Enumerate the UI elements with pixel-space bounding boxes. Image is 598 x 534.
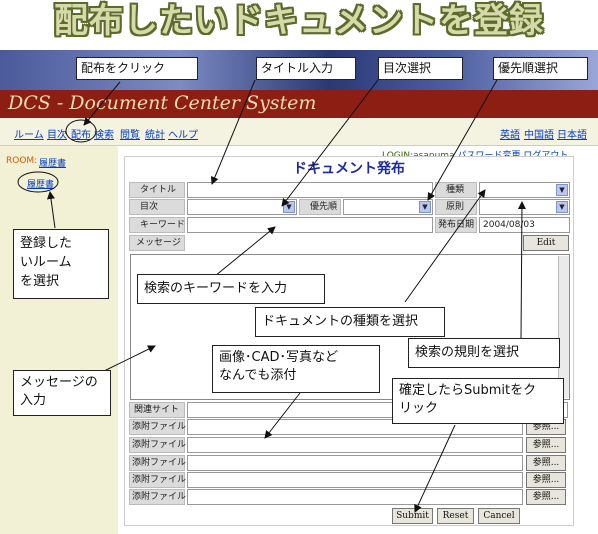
callout-priority-select: 優先順選択 bbox=[493, 57, 588, 80]
browse-button[interactable]: 参照... bbox=[526, 472, 566, 488]
reset-button[interactable]: Reset bbox=[437, 508, 474, 524]
attachment-label: 添附ファイル bbox=[129, 419, 186, 435]
edit-button[interactable]: Edit bbox=[523, 235, 569, 251]
form-title: ドキュメント発布 bbox=[293, 161, 405, 177]
message-label: メッセージ bbox=[129, 235, 185, 251]
callout-line: なんでも添付 bbox=[219, 368, 297, 383]
room-link[interactable]: 履歴書 bbox=[39, 156, 66, 169]
nav-item-browse[interactable]: 閲覧 bbox=[120, 126, 140, 141]
browse-button[interactable]: 参照... bbox=[526, 455, 566, 471]
type-select[interactable]: ▼ bbox=[479, 182, 570, 198]
attachment-input[interactable] bbox=[187, 472, 523, 488]
rule-select[interactable]: ▼ bbox=[479, 199, 570, 215]
callout-keyword-input: 検索のキーワードを入力 bbox=[137, 274, 325, 304]
headline: 配布したいドキュメントを登録 bbox=[54, 1, 544, 41]
callout-line: 登録した bbox=[20, 236, 73, 251]
callout-message-input: メッセージの 入力 bbox=[13, 370, 111, 416]
callout-line: 画像･CAD･写真など bbox=[219, 350, 338, 365]
callout-line: いルーム bbox=[20, 255, 72, 270]
attachment-label: 添附ファイル bbox=[129, 489, 186, 505]
callout-contents-select: 目次選択 bbox=[378, 57, 463, 80]
nav-item-contents[interactable]: 目次 bbox=[47, 126, 67, 141]
lang-english-link[interactable]: 英語 bbox=[500, 126, 520, 141]
nav-item-help[interactable]: ヘルプ bbox=[168, 126, 198, 141]
title-label: タイトル bbox=[129, 182, 185, 198]
callout-rule-select: 検索の規則を選択 bbox=[408, 338, 560, 368]
contents-label: 目次 bbox=[129, 199, 185, 215]
submit-button[interactable]: Submit bbox=[392, 508, 433, 524]
nav-item-distribute[interactable]: 配布 bbox=[71, 126, 91, 141]
callout-line: 確定したらSubmitをク bbox=[399, 383, 537, 398]
title-input[interactable] bbox=[187, 182, 433, 198]
nav-item-stats[interactable]: 統計 bbox=[145, 126, 165, 141]
related-site-label: 関連サイト bbox=[129, 402, 185, 418]
chevron-down-icon: ▼ bbox=[556, 201, 568, 213]
priority-label: 優先順 bbox=[299, 199, 341, 215]
attachment-label: 添附ファイル bbox=[129, 455, 186, 471]
system-title: DCS - Document Center System bbox=[8, 92, 317, 114]
issue-date-label: 発布日期 bbox=[435, 217, 477, 233]
contents-select[interactable]: ▼ bbox=[187, 199, 297, 215]
chevron-down-icon: ▼ bbox=[556, 184, 568, 196]
callout-line: を選択 bbox=[20, 274, 60, 289]
callout-distribute-click: 配布をクリック bbox=[76, 57, 198, 80]
callout-submit-hint: 確定したらSubmitをク リック bbox=[392, 378, 564, 424]
type-label: 種類 bbox=[435, 182, 477, 198]
attachment-label: 添附ファイル bbox=[129, 472, 186, 488]
room-label: ROOM: bbox=[6, 156, 38, 166]
chevron-down-icon: ▼ bbox=[419, 201, 431, 213]
browse-button[interactable]: 参照... bbox=[526, 437, 566, 453]
callout-doc-type-select: ドキュメントの種類を選択 bbox=[255, 307, 445, 337]
message-scrollbar[interactable] bbox=[558, 256, 569, 398]
chevron-down-icon: ▼ bbox=[283, 201, 295, 213]
lang-japanese-link[interactable]: 日本語 bbox=[557, 126, 587, 141]
room-list-item[interactable]: 履歴書 bbox=[27, 177, 54, 190]
lang-chinese-link[interactable]: 中国語 bbox=[524, 126, 554, 141]
attachment-label: 添附ファイル bbox=[129, 437, 186, 453]
priority-select[interactable]: ▼ bbox=[343, 199, 433, 215]
rule-label: 原則 bbox=[435, 199, 477, 215]
sidebar bbox=[0, 146, 118, 534]
callout-line: 入力 bbox=[20, 393, 47, 408]
cancel-button[interactable]: Cancel bbox=[478, 508, 520, 524]
keyword-label: キーワード bbox=[129, 217, 185, 233]
issue-date-field[interactable]: 2004/08/03 bbox=[479, 217, 570, 233]
callout-line: メッセージの bbox=[20, 375, 98, 390]
browse-button[interactable]: 参照... bbox=[526, 489, 566, 505]
nav-item-search[interactable]: 検索 bbox=[94, 126, 114, 141]
keyword-input[interactable] bbox=[187, 217, 433, 233]
callout-attach-anything: 画像･CAD･写真など なんでも添付 bbox=[212, 345, 380, 393]
attachment-input[interactable] bbox=[187, 437, 523, 453]
callout-line: リック bbox=[399, 401, 439, 416]
attachment-input[interactable] bbox=[187, 455, 523, 471]
callout-title-input: タイトル入力 bbox=[256, 57, 356, 80]
page: 配布したいドキュメントを登録 DCS - Document Center Sys… bbox=[0, 0, 598, 534]
nav-item-room[interactable]: ルーム bbox=[14, 126, 44, 141]
callout-select-room: 登録した いルーム を選択 bbox=[13, 229, 109, 299]
attachment-input[interactable] bbox=[187, 489, 523, 505]
